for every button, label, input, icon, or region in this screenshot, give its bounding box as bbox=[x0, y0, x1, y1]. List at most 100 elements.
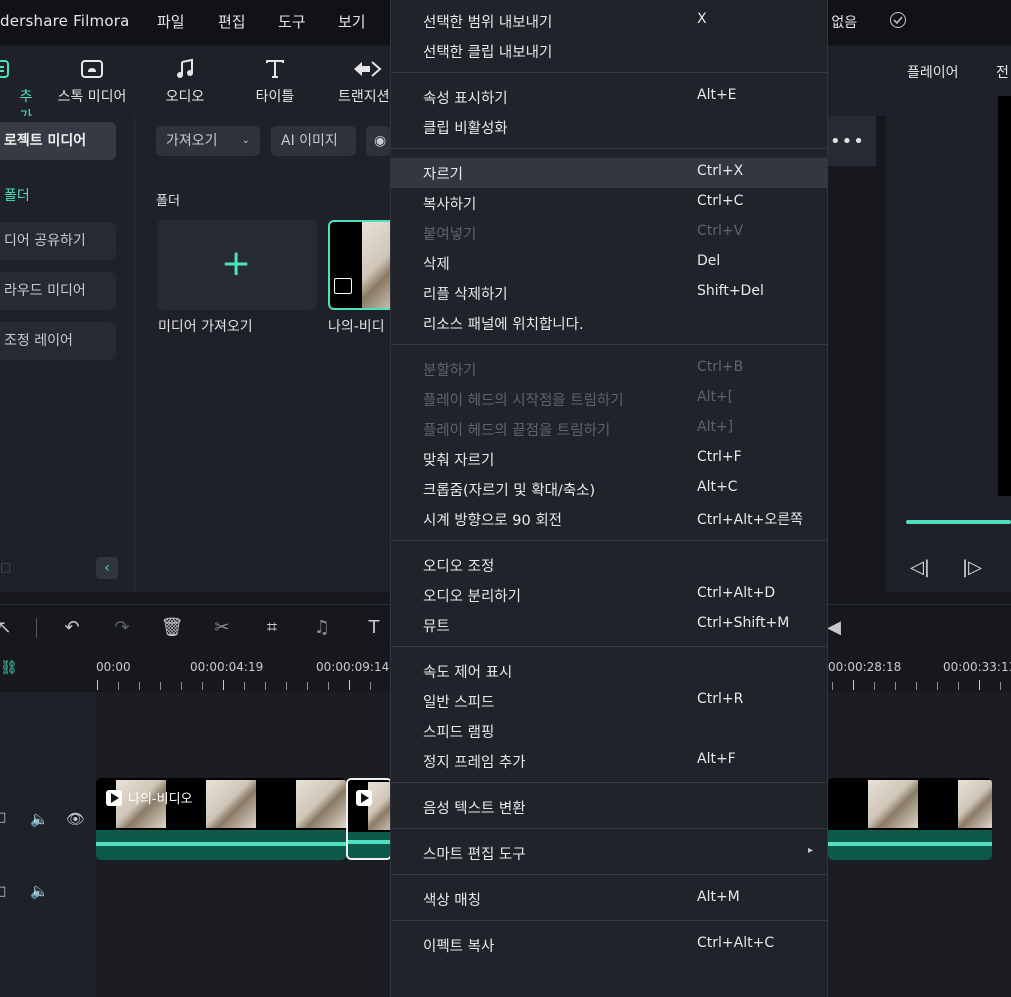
menu-edit[interactable]: 편집 bbox=[218, 11, 246, 32]
ruler-tick bbox=[349, 680, 350, 690]
sidebar-item-folder[interactable]: 폴더 bbox=[0, 177, 116, 215]
context-menu-item[interactable]: 뮤트 Ctrl+Shift+M bbox=[391, 610, 827, 640]
trash-icon[interactable]: 🗑 bbox=[160, 616, 184, 640]
context-menu-item-shortcut: Alt+C bbox=[697, 479, 738, 495]
ruler-tick bbox=[916, 682, 917, 690]
music-note-icon bbox=[150, 56, 220, 82]
context-menu-item[interactable]: 복사하기 Ctrl+C bbox=[391, 188, 827, 218]
menu-view[interactable]: 보기 bbox=[338, 11, 366, 32]
text-tool-icon[interactable]: T bbox=[362, 616, 386, 640]
context-menu-item[interactable]: 속성 표시하기 Alt+E bbox=[391, 82, 827, 112]
context-menu-item[interactable]: 오디오 분리하기 Ctrl+Alt+D bbox=[391, 580, 827, 610]
ai-image-button[interactable]: AI 이미지 bbox=[271, 126, 356, 156]
toolbar-divider bbox=[36, 618, 37, 638]
folder-add-icon[interactable]: □ bbox=[0, 560, 12, 574]
speaker-icon[interactable]: 🔈 bbox=[30, 810, 49, 828]
context-menu-item-label: 크롭줌(자르기 및 확대/축소) bbox=[423, 483, 596, 499]
sidebar-item-cloud-media[interactable]: 라우드 미디어 bbox=[0, 272, 116, 310]
context-menu-separator bbox=[391, 920, 827, 921]
link-icon[interactable]: ⛓ bbox=[0, 660, 18, 676]
context-menu-item-label: 맞춰 자르기 bbox=[423, 453, 495, 469]
timeline-clip-selected[interactable] bbox=[346, 778, 392, 860]
context-menu-item-label: 일반 스피드 bbox=[423, 695, 495, 711]
player-progress-bar[interactable] bbox=[906, 520, 1011, 524]
ruler-tick bbox=[286, 682, 287, 690]
context-menu-item-label: 플레이 헤드의 시작점을 트림하기 bbox=[423, 393, 624, 409]
ruler-tick bbox=[937, 682, 938, 690]
transition-icon bbox=[334, 56, 394, 82]
context-menu-item-shortcut: Shift+Del bbox=[697, 283, 764, 299]
context-menu-item[interactable]: 리소스 패널에 위치합니다. bbox=[391, 308, 827, 338]
context-menu-item[interactable]: 시계 방향으로 90 회전 Ctrl+Alt+오른쪽 bbox=[391, 504, 827, 534]
mid-panel bbox=[828, 46, 886, 116]
next-frame-icon[interactable]: |▷ bbox=[962, 557, 982, 578]
player-screen bbox=[998, 96, 1011, 496]
track-lock-icon[interactable]: □ bbox=[0, 810, 6, 825]
select-tool-icon[interactable]: ↖ bbox=[0, 616, 16, 640]
context-menu-item-label: 스피드 램핑 bbox=[423, 725, 495, 741]
video-thumbnail[interactable] bbox=[328, 220, 398, 310]
context-menu-item: 플레이 헤드의 시작점을 트림하기 Alt+[ bbox=[391, 384, 827, 414]
context-menu-item[interactable]: 정지 프레임 추가 Alt+F bbox=[391, 746, 827, 776]
context-menu-item[interactable]: 자르기 Ctrl+X bbox=[391, 158, 827, 188]
context-menu-item[interactable]: 선택한 범위 내보내기 X bbox=[391, 6, 827, 36]
import-dropdown[interactable]: 가져오기 ⌄ bbox=[156, 126, 260, 156]
sidebar-collapse-button[interactable]: ‹ bbox=[96, 557, 118, 579]
context-menu-item: 분할하기 Ctrl+B bbox=[391, 354, 827, 384]
sidebar-item-adjustment-layer[interactable]: 조정 레이어 bbox=[0, 322, 116, 360]
sidebar-item-project-media[interactable]: 로젝트 미디어 bbox=[0, 122, 116, 160]
context-menu-item[interactable]: 일반 스피드 Ctrl+R bbox=[391, 686, 827, 716]
context-menu-item[interactable]: 선택한 클립 내보내기 bbox=[391, 36, 827, 66]
context-menu-item[interactable]: 크롭줌(자르기 및 확대/축소) Alt+C bbox=[391, 474, 827, 504]
more-options-icon[interactable]: ••• bbox=[830, 131, 865, 152]
context-menu-item[interactable]: 색상 매칭 Alt+M bbox=[391, 884, 827, 914]
eye-icon[interactable]: 👁 bbox=[66, 810, 85, 828]
menu-tools[interactable]: 도구 bbox=[278, 11, 306, 32]
scissors-icon[interactable]: ✂ bbox=[210, 616, 234, 640]
tab-player[interactable]: 플레이어 bbox=[907, 62, 959, 82]
check-circle-icon[interactable] bbox=[890, 12, 906, 28]
prev-frame-icon[interactable]: ◁| bbox=[910, 557, 930, 578]
timeline-clip[interactable] bbox=[828, 778, 992, 860]
context-menu-item-shortcut: Ctrl+Alt+C bbox=[697, 935, 775, 951]
context-menu-item[interactable]: 스피드 램핑 bbox=[391, 716, 827, 746]
context-menu-item-shortcut: Ctrl+V bbox=[697, 223, 744, 239]
tab-titles[interactable]: 타이틀 bbox=[240, 56, 310, 106]
context-menu-item[interactable]: 오디오 조정 bbox=[391, 550, 827, 580]
context-menu-item: 플레이 헤드의 끝점을 트림하기 Alt+] bbox=[391, 414, 827, 444]
audio-adjust-icon[interactable]: ♫ bbox=[310, 616, 334, 640]
context-menu-item[interactable]: 리플 삭제하기 Shift+Del bbox=[391, 278, 827, 308]
context-menu-item[interactable]: 삭제 Del bbox=[391, 248, 827, 278]
crop-icon[interactable]: ⌗ bbox=[260, 616, 284, 640]
timeline-clip[interactable]: 나의-비디오 bbox=[96, 778, 346, 860]
track-lock-icon[interactable]: □ bbox=[0, 884, 6, 899]
context-menu-item[interactable]: 속도 제어 표시 bbox=[391, 656, 827, 686]
import-media-tile[interactable]: + bbox=[157, 220, 317, 310]
sidebar-item-shared-media[interactable]: 디어 공유하기 bbox=[0, 222, 116, 260]
context-menu-item[interactable]: 음성 텍스트 변환 bbox=[391, 792, 827, 822]
ruler-tick bbox=[328, 682, 329, 690]
tab-stock-media[interactable]: 스톡 미디어 bbox=[57, 56, 127, 106]
context-menu-item-shortcut: Ctrl+B bbox=[697, 359, 744, 375]
undo-icon[interactable]: ↶ bbox=[60, 616, 84, 640]
context-menu-item[interactable]: 스마트 편집 도구 ▸ bbox=[391, 838, 827, 868]
ruler-tick bbox=[118, 682, 119, 690]
context-menu-item[interactable]: 이펙트 복사 Ctrl+Alt+C bbox=[391, 930, 827, 960]
ruler-label: 00:00:09:14 bbox=[316, 660, 390, 674]
tab-transitions[interactable]: 트랜지션 bbox=[334, 56, 394, 106]
ruler-tick bbox=[265, 682, 266, 690]
record-icon[interactable]: ◉ bbox=[366, 126, 390, 156]
context-menu-item[interactable]: 맞춰 자르기 Ctrl+F bbox=[391, 444, 827, 474]
speaker-icon[interactable]: 🔈 bbox=[30, 882, 49, 900]
ruler-tick bbox=[307, 682, 308, 690]
context-menu-item[interactable]: 클립 비활성화 bbox=[391, 112, 827, 142]
redo-icon[interactable]: ↷ bbox=[110, 616, 134, 640]
context-menu-item-shortcut: X bbox=[697, 11, 707, 27]
menu-file[interactable]: 파일 bbox=[157, 11, 185, 32]
ruler-tick bbox=[181, 682, 182, 690]
context-menu-item-shortcut: Ctrl+Alt+D bbox=[697, 585, 776, 601]
ruler-tick bbox=[160, 682, 161, 690]
tab-audio[interactable]: 오디오 bbox=[150, 56, 220, 106]
tab-stock-media-label: 스톡 미디어 bbox=[57, 89, 127, 105]
tab-player-secondary[interactable]: 전 bbox=[996, 62, 1009, 82]
